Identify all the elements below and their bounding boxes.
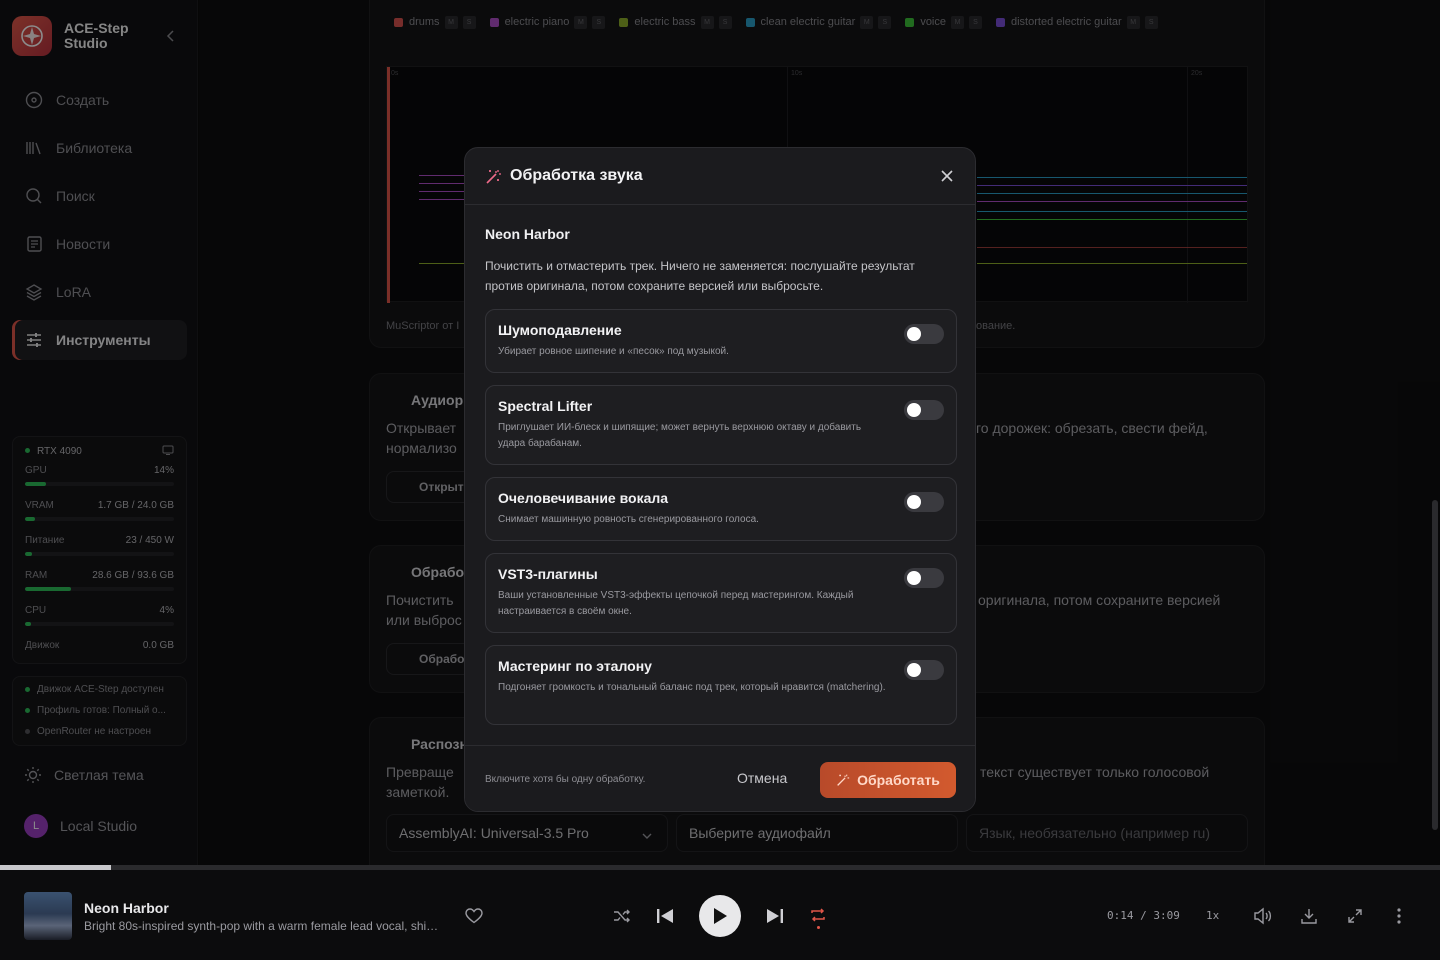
footer-hint: Включите хотя бы одну обработку. (485, 774, 646, 785)
playback-time: 0:14 / 3:09 (1107, 909, 1180, 922)
repeat-active-dot (816, 925, 820, 929)
toggle-knob (907, 571, 921, 585)
option-desc: Приглушает ИИ-блеск и шипящие; может вер… (498, 422, 862, 449)
scrollbar[interactable] (1432, 500, 1438, 830)
toggle-knob (907, 495, 921, 509)
volume-icon[interactable] (1252, 906, 1274, 926)
option-desc: Подгоняет громкость и тональный баланс п… (498, 682, 886, 693)
dialog-description: Почистить и отмастерить трек. Ничего не … (485, 259, 915, 293)
spectral-lifter-toggle[interactable] (904, 400, 944, 420)
option-desc: Убирает ровное шипение и «песок» под муз… (498, 346, 729, 357)
process-button-label: Обработать (857, 772, 940, 788)
track-name: Neon Harbor (485, 226, 570, 242)
toggle-knob (907, 403, 921, 417)
repeat-icon[interactable] (808, 904, 828, 930)
option-title: Мастеринг по эталону (498, 658, 652, 674)
option-desc: Ваши установленные VST3-эффекты цепочкой… (498, 590, 854, 617)
audio-processing-dialog: Обработка звука Neon Harbor Почистить и … (464, 147, 976, 812)
option-vst3[interactable]: VST3-плагины Ваши установленные VST3-эфф… (485, 553, 957, 633)
dialog-footer: Включите хотя бы одну обработку. Отмена … (465, 745, 975, 811)
play-button[interactable] (699, 895, 741, 937)
process-button[interactable]: Обработать (820, 762, 956, 798)
denoise-toggle[interactable] (904, 324, 944, 344)
dialog-header: Обработка звука (465, 148, 975, 205)
close-icon[interactable] (939, 168, 955, 184)
player-bar: Neon Harbor Bright 80s-inspired synth-po… (0, 870, 1440, 960)
option-title: VST3-плагины (498, 566, 598, 582)
expand-icon[interactable] (1344, 906, 1366, 926)
magic-wand-icon (836, 773, 850, 787)
option-reference-mastering[interactable]: Мастеринг по эталону Подгоняет громкость… (485, 645, 957, 725)
humanize-vocal-toggle[interactable] (904, 492, 944, 512)
option-title: Spectral Lifter (498, 398, 593, 414)
dialog-title: Обработка звука (510, 167, 643, 184)
track-cover[interactable] (24, 892, 72, 940)
vst3-toggle[interactable] (904, 568, 944, 588)
player-track-title: Neon Harbor (84, 900, 169, 916)
play-icon (714, 908, 727, 924)
toggle-knob (907, 663, 921, 677)
cancel-button[interactable]: Отмена (737, 770, 787, 786)
shuffle-icon[interactable] (612, 906, 632, 926)
magic-wand-icon (485, 168, 502, 185)
toggle-knob (907, 327, 921, 341)
previous-icon[interactable] (653, 904, 677, 928)
next-icon[interactable] (763, 904, 787, 928)
option-spectral-lifter[interactable]: Spectral Lifter Приглушает ИИ-блеск и ши… (485, 385, 957, 465)
app-root: ACE-Step Studio Создать Библиотека Поиск (0, 0, 1440, 960)
option-humanize-vocal[interactable]: Очеловечивание вокала Снимает машинную р… (485, 477, 957, 541)
more-options-icon[interactable] (1388, 906, 1410, 926)
option-denoise[interactable]: Шумоподавление Убирает ровное шипение и … (485, 309, 957, 373)
option-title: Шумоподавление (498, 322, 622, 338)
playback-speed[interactable]: 1x (1206, 909, 1219, 922)
option-desc: Снимает машинную ровность сгенерированно… (498, 514, 759, 525)
heart-icon[interactable] (464, 906, 484, 926)
download-icon[interactable] (1298, 906, 1320, 926)
player-track-description: Bright 80s-inspired synth-pop with a war… (84, 919, 446, 933)
option-title: Очеловечивание вокала (498, 490, 669, 506)
reference-mastering-toggle[interactable] (904, 660, 944, 680)
